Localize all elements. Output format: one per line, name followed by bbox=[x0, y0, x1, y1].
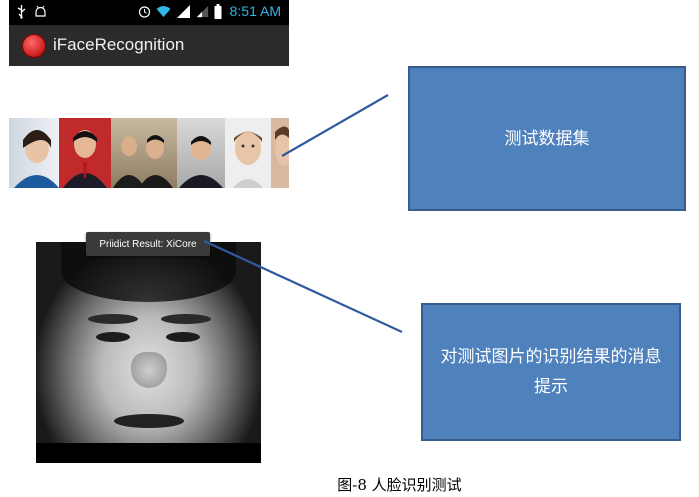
signal-icon bbox=[176, 4, 190, 18]
dataset-thumbnail[interactable] bbox=[177, 118, 225, 188]
test-dataset-strip[interactable] bbox=[9, 118, 289, 188]
status-time: 8:51 AM bbox=[229, 3, 281, 19]
main-content: Priidict Result: XiCore bbox=[9, 66, 289, 463]
app-logo-icon[interactable] bbox=[22, 34, 46, 58]
dataset-thumbnail[interactable] bbox=[225, 118, 271, 188]
face-nose bbox=[131, 352, 167, 388]
alarm-icon bbox=[138, 5, 150, 18]
app-title: iFaceRecognition bbox=[53, 35, 185, 54]
action-bar: iFaceRecognition bbox=[9, 25, 289, 66]
face-brow bbox=[88, 314, 138, 324]
battery-icon bbox=[214, 3, 222, 19]
wifi-icon bbox=[156, 5, 171, 17]
phone-screen: 8:51 AM iFaceRecognition Priidict Result… bbox=[9, 0, 289, 463]
face-shoulders bbox=[36, 443, 261, 463]
signal-weak-icon bbox=[196, 5, 208, 17]
face-eye bbox=[166, 332, 200, 342]
face-brow bbox=[161, 314, 211, 324]
callout-result-message-text: 对测试图片的识别结果的消息提示 bbox=[440, 347, 662, 397]
figure-caption: 图-8 人脸识别测试 bbox=[337, 476, 462, 494]
dataset-thumbnail[interactable] bbox=[59, 118, 111, 188]
callout-result-message: 对测试图片的识别结果的消息提示 bbox=[421, 303, 681, 441]
face-eye bbox=[96, 332, 130, 342]
android-icon bbox=[35, 5, 46, 17]
connector-line-dataset bbox=[281, 94, 389, 157]
callout-test-dataset: 测试数据集 bbox=[408, 66, 686, 211]
dataset-thumbnail[interactable] bbox=[9, 118, 59, 188]
test-face-image bbox=[36, 242, 261, 463]
dataset-thumbnail[interactable] bbox=[271, 118, 289, 188]
callout-test-dataset-text: 测试数据集 bbox=[504, 128, 590, 149]
face-mouth bbox=[114, 414, 184, 428]
dataset-thumbnail[interactable] bbox=[111, 118, 177, 188]
usb-icon bbox=[17, 5, 26, 19]
status-bar: 8:51 AM bbox=[9, 0, 289, 25]
predict-result-toast: Priidict Result: XiCore bbox=[86, 232, 210, 256]
